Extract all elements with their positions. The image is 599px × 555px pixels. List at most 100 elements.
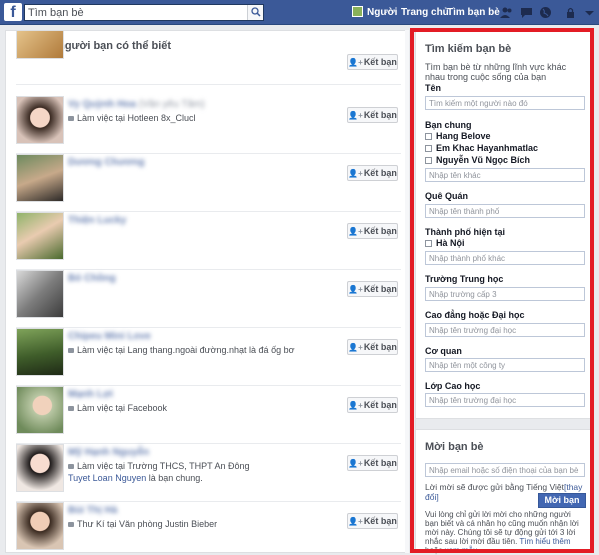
briefcase-icon (68, 116, 74, 121)
checkbox-icon[interactable] (425, 157, 432, 164)
friend-requests-icon[interactable] (500, 6, 513, 19)
friend-photo[interactable] (16, 154, 64, 202)
add-friend-button[interactable]: 👤+Kết bạn (347, 281, 398, 297)
friend-photo[interactable] (16, 444, 64, 492)
employer-input[interactable] (425, 358, 585, 372)
see-sample-link[interactable]: xem mẫu (445, 546, 478, 555)
employer-label: Cơ quan (425, 346, 462, 356)
checkbox-icon[interactable] (425, 133, 432, 140)
mutual-friend-checkbox[interactable]: Hang Belove (425, 131, 491, 141)
search-icon (251, 7, 261, 17)
current-city-input[interactable] (425, 251, 585, 265)
friend-row: Thiện Lucky 👤+Kết bạn (16, 212, 401, 270)
graduate-school-label: Lớp Cao học (425, 381, 481, 391)
scrollbar[interactable] (405, 30, 409, 553)
add-friend-icon: 👤+ (348, 227, 363, 236)
friend-photo[interactable] (16, 502, 64, 550)
messages-icon[interactable] (520, 6, 533, 19)
invite-friends-title: Mời bạn bè (425, 441, 484, 453)
invite-friends-button[interactable]: Mời bạn bè (538, 493, 586, 518)
search-button[interactable] (247, 5, 263, 20)
facebook-logo[interactable]: f (4, 3, 22, 21)
add-friend-button[interactable]: 👤+Kết bạn (347, 397, 398, 413)
mutual-friend-link[interactable]: Tuyet Loan Nguyen (68, 473, 146, 483)
add-friend-button[interactable]: 👤+Kết bạn (347, 223, 398, 239)
section-divider (416, 418, 593, 430)
name-label: Tên (425, 83, 442, 93)
friend-row: Bùi Thị Hà Thư Kí tại Văn phòng Justin B… (16, 502, 401, 552)
add-friend-icon: 👤+ (348, 517, 363, 526)
mutual-friend-checkbox[interactable]: Nguyễn Vũ Ngọc Bích (425, 155, 530, 165)
privacy-lock-icon[interactable] (564, 6, 577, 19)
current-city-label: Thành phố hiện tại (425, 227, 505, 237)
briefcase-icon (68, 464, 74, 469)
friend-work: Làm việc tại Lang thang.ngoài đường.nhạt… (68, 345, 294, 355)
name-search-input[interactable] (425, 96, 585, 110)
invite-email-input[interactable] (425, 463, 585, 477)
friend-photo[interactable] (16, 212, 64, 260)
friend-row: Bó Chồng 👤+Kết bạn (16, 270, 401, 328)
hometown-input[interactable] (425, 204, 585, 218)
friend-photo[interactable] (16, 31, 64, 59)
friend-work: Thư Kí tại Văn phòng Justin Bieber (68, 519, 217, 529)
checkbox-icon[interactable] (425, 145, 432, 152)
mutual-friend-checkbox[interactable]: Em Khac Hayanhmatlac (425, 143, 538, 153)
friend-photo[interactable] (16, 270, 64, 318)
mutual-friend-input[interactable] (425, 168, 585, 182)
briefcase-icon (68, 348, 74, 353)
friend-name[interactable]: Vy Quỳnh Hoa (Vân yêu Tâm) (68, 99, 205, 110)
friend-name[interactable]: Bùi Thị Hà (68, 505, 117, 516)
friend-photo[interactable] (16, 96, 64, 144)
search-input[interactable] (25, 5, 245, 20)
invite-note: Vui lòng chỉ gửi lời mời cho những người… (425, 510, 579, 555)
friend-photo[interactable] (16, 328, 64, 376)
friend-work: Làm việc tại Facebook (68, 403, 167, 413)
college-input[interactable] (425, 323, 585, 337)
friend-row: Dương Chương 👤+Kết bạn (16, 154, 401, 212)
friend-row: Mỹ Hạnh Nguyễn Làm việc tại Trường THCS,… (16, 444, 401, 502)
graduate-school-input[interactable] (425, 393, 585, 407)
high-school-input[interactable] (425, 287, 585, 301)
friend-row: Vy Quỳnh Hoa (Vân yêu Tâm) Làm việc tại … (16, 96, 401, 154)
current-city-checkbox[interactable]: Hà Nội (425, 238, 465, 248)
add-friend-button[interactable]: 👤+Kết bạn (347, 339, 398, 355)
add-friend-icon: 👤+ (348, 343, 363, 352)
friend-name[interactable]: Mạnh Lợi (68, 389, 113, 400)
mutual-friends-label: Bạn chung (425, 120, 472, 130)
add-friend-icon: 👤+ (348, 401, 363, 410)
add-friend-icon: 👤+ (348, 58, 363, 67)
search-friends-description: Tìm bạn bè từ những lĩnh vực khác nhau t… (425, 62, 567, 82)
search-box (24, 4, 264, 21)
nav-link-home[interactable]: Trang chủ (401, 7, 449, 18)
briefcase-icon (68, 406, 74, 411)
top-navigation-bar: f Người Trang chủ Tìm bạn bè (0, 0, 599, 25)
friend-name[interactable]: Chipeu Mini Love (68, 331, 151, 342)
learn-more-link[interactable]: Tìm hiểu thêm (519, 537, 570, 546)
add-friend-button[interactable]: 👤+Kết bạn (347, 165, 398, 181)
friend-photo[interactable] (16, 386, 64, 434)
hometown-label: Quê Quán (425, 191, 469, 201)
friend-name[interactable]: Mỹ Hạnh Nguyễn (68, 447, 149, 458)
add-friend-icon: 👤+ (348, 459, 363, 468)
nav-link-people[interactable]: Người (367, 7, 397, 18)
add-friend-button[interactable]: 👤+Kết bạn (347, 107, 398, 123)
nav-link-find-friends[interactable]: Tìm bạn bè (447, 7, 500, 18)
add-friend-button[interactable]: 👤+Kết bạn (347, 455, 398, 471)
notifications-globe-icon[interactable] (539, 6, 552, 19)
college-label: Cao đẳng hoặc Đại học (425, 310, 525, 320)
settings-dropdown-icon[interactable] (583, 6, 596, 19)
add-friend-button[interactable]: 👤+Kết bạn (347, 513, 398, 529)
friend-name[interactable]: Bó Chồng (68, 273, 116, 284)
people-you-may-know-panel: Những người bạn có thể biết 👤+Kết bạn Vy… (5, 30, 409, 553)
friend-name[interactable]: Dương Chương (68, 157, 144, 168)
high-school-label: Trường Trung học (425, 274, 504, 284)
mutual-friends-text: Tuyet Loan Nguyen là bạn chung. (68, 473, 203, 483)
profile-avatar[interactable] (352, 6, 363, 17)
checkbox-icon[interactable] (425, 240, 432, 247)
add-friend-icon: 👤+ (348, 285, 363, 294)
find-friends-sidebar: Tìm kiếm bạn bè Tìm bạn bè từ những lĩnh… (415, 30, 594, 555)
friend-row: Chipeu Mini Love Làm việc tại Lang thang… (16, 328, 401, 386)
friend-name[interactable]: Thiện Lucky (68, 215, 126, 226)
add-friend-button[interactable]: 👤+Kết bạn (347, 54, 398, 70)
friend-work: Làm việc tại Trường THCS, THPT An Đông (68, 461, 250, 471)
